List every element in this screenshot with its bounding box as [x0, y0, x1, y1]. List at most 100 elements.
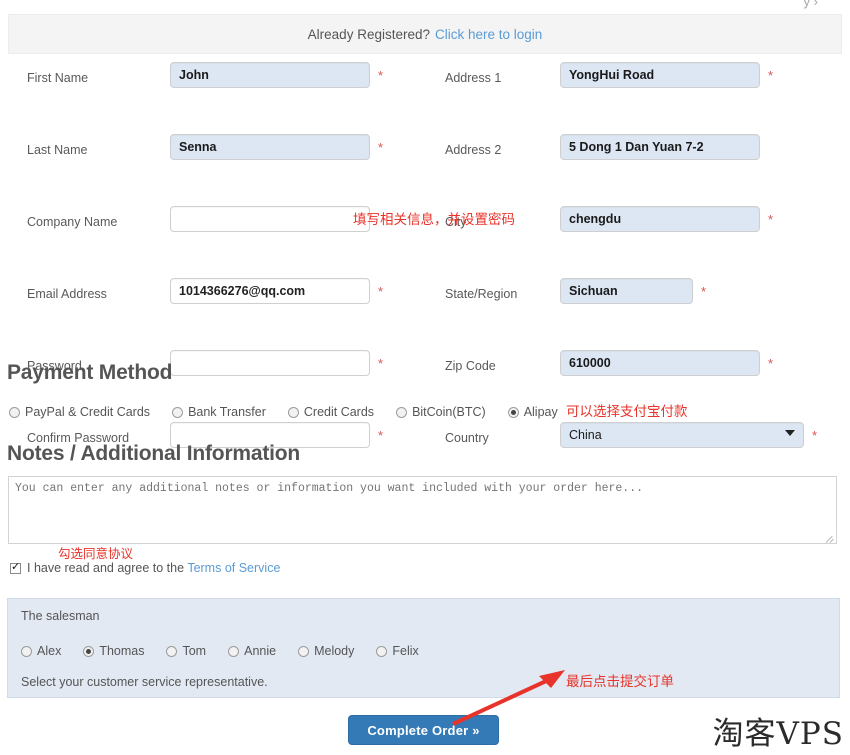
- required-marker-zip-code: *: [768, 356, 774, 371]
- radio-dot-icon[interactable]: [287, 406, 299, 418]
- radio-dot-icon[interactable]: [507, 406, 519, 418]
- salesman-option-annie[interactable]: Annie: [228, 644, 276, 658]
- annotation-text: 填写相关信息，并设置密码: [353, 212, 515, 228]
- label-last-name: Last Name: [27, 143, 88, 157]
- state-region-input[interactable]: [560, 278, 693, 304]
- notes-textarea[interactable]: [8, 476, 837, 544]
- payment-option-label: Alipay: [523, 405, 558, 419]
- email-address-input[interactable]: [170, 278, 370, 304]
- annotation-text: 最后点击提交订单: [566, 674, 674, 690]
- required-marker-first-name: *: [378, 68, 384, 83]
- salesman-option-felix[interactable]: Felix: [376, 644, 419, 658]
- salesman-option-melody[interactable]: Melody: [298, 644, 354, 658]
- terms-of-service-text: I have read and agree to the Terms of Se…: [27, 561, 280, 575]
- label-email-address: Email Address: [27, 287, 107, 301]
- first-name-input[interactable]: [170, 62, 370, 88]
- required-marker-password: *: [378, 356, 384, 371]
- salesman-hint: Select your customer service representat…: [21, 675, 268, 689]
- required-marker-city: *: [768, 212, 774, 227]
- salesman-option-label: Thomas: [99, 644, 145, 658]
- control-first-name: *: [170, 62, 383, 88]
- label-first-name: First Name: [27, 71, 89, 85]
- address-1-input[interactable]: [560, 62, 760, 88]
- payment-method-heading: Payment Method: [7, 361, 173, 384]
- terms-of-service-row[interactable]: I have read and agree to the Terms of Se…: [10, 561, 280, 575]
- salesman-option-alex[interactable]: Alex: [21, 644, 61, 658]
- control-address-1: *: [560, 62, 773, 88]
- radio-dot-icon[interactable]: [21, 645, 32, 657]
- radio-dot-icon[interactable]: [376, 645, 388, 657]
- field-row-country: Country China *: [430, 422, 850, 458]
- login-link[interactable]: Click here to login: [435, 27, 542, 42]
- payment-option-bitcoin-btc[interactable]: BitCoin(BTC): [396, 405, 486, 419]
- address-details-column: Address 1 * Address 2 City *: [430, 62, 850, 520]
- label-state-region: State/Region: [445, 287, 518, 301]
- control-email-address: *: [170, 278, 383, 304]
- zip-code-input[interactable]: [560, 350, 760, 376]
- address-2-input[interactable]: [560, 134, 760, 160]
- required-marker-address-1: *: [768, 68, 774, 83]
- payment-option-label: Credit Cards: [303, 405, 375, 419]
- payment-option-bank-transfer[interactable]: Bank Transfer: [172, 405, 266, 419]
- radio-dot-icon[interactable]: [9, 406, 20, 418]
- salesman-option-tom[interactable]: Tom: [166, 644, 206, 658]
- company-name-input[interactable]: [170, 206, 370, 232]
- notes-heading: Notes / Additional Information: [7, 442, 301, 465]
- control-city: *: [560, 206, 773, 232]
- password-input[interactable]: [170, 350, 370, 376]
- field-row-address-2: Address 2: [430, 134, 850, 170]
- radio-dot-icon[interactable]: [298, 645, 310, 657]
- payment-option-label: PayPal & Credit Cards: [25, 405, 151, 419]
- control-state-region: *: [560, 278, 706, 304]
- complete-order-button[interactable]: Complete Order »: [348, 715, 499, 745]
- city-input[interactable]: [560, 206, 760, 232]
- terms-checkbox[interactable]: [10, 561, 21, 574]
- salesman-option-label: Annie: [244, 644, 277, 658]
- label-address-1: Address 1: [445, 71, 502, 85]
- label-company-name: Company Name: [27, 215, 118, 229]
- salesman-option-label: Tom: [182, 644, 207, 658]
- control-password: *: [170, 350, 383, 376]
- login-banner: Already Registered? Click here to login: [8, 14, 842, 54]
- watermark: 淘客VPS: [712, 716, 844, 752]
- label-address-2: Address 2: [445, 143, 502, 157]
- personal-details-column: First Name * Last Name * Company Name: [0, 62, 430, 525]
- login-banner-prompt: Already Registered?: [307, 26, 430, 42]
- salesman-option-thomas[interactable]: Thomas: [83, 644, 144, 658]
- country-select-wrapper: China: [560, 422, 804, 448]
- annotation-text: 勾选同意协议: [58, 546, 134, 561]
- required-marker-last-name: *: [378, 140, 384, 155]
- payment-option-credit-cards[interactable]: Credit Cards: [287, 405, 375, 419]
- last-name-input[interactable]: [170, 134, 370, 160]
- top-cutoff-text: y ›: [803, 0, 818, 9]
- payment-option-label: BitCoin(BTC): [412, 405, 486, 419]
- control-company-name: [170, 206, 370, 232]
- field-row-zip-code: Zip Code *: [430, 350, 850, 386]
- payment-option-paypal-credit-cards[interactable]: PayPal & Credit Cards: [9, 405, 150, 419]
- salesman-option-label: Melody: [314, 644, 355, 658]
- terms-of-service-link[interactable]: Terms of Service: [187, 561, 280, 575]
- field-row-last-name: Last Name *: [0, 134, 430, 170]
- order-form-page: y › Already Registered? Click here to lo…: [0, 0, 850, 755]
- control-last-name: *: [170, 134, 383, 160]
- field-row-address-1: Address 1 *: [430, 62, 850, 98]
- radio-dot-icon[interactable]: [83, 645, 95, 657]
- payment-method-options: PayPal & Credit Cards Bank Transfer Credit…: [9, 405, 580, 419]
- radio-dot-icon[interactable]: [396, 406, 408, 418]
- field-row-email-address: Email Address *: [0, 278, 430, 314]
- radio-dot-icon[interactable]: [166, 645, 178, 657]
- radio-dot-icon[interactable]: [172, 406, 184, 418]
- required-marker-country: *: [812, 428, 818, 443]
- salesman-title: The salesman: [21, 609, 100, 623]
- radio-dot-icon[interactable]: [228, 645, 240, 657]
- label-country: Country: [445, 431, 489, 445]
- payment-option-label: Bank Transfer: [188, 405, 266, 419]
- payment-option-alipay[interactable]: Alipay: [507, 405, 558, 419]
- required-marker-confirm-password: *: [378, 428, 384, 443]
- label-zip-code: Zip Code: [445, 359, 496, 373]
- annotation-text: 可以选择支付宝付款: [566, 404, 688, 420]
- field-row-state-region: State/Region *: [430, 278, 850, 314]
- country-select[interactable]: China: [560, 422, 804, 448]
- salesman-option-label: Alex: [37, 644, 62, 658]
- field-row-first-name: First Name *: [0, 62, 430, 98]
